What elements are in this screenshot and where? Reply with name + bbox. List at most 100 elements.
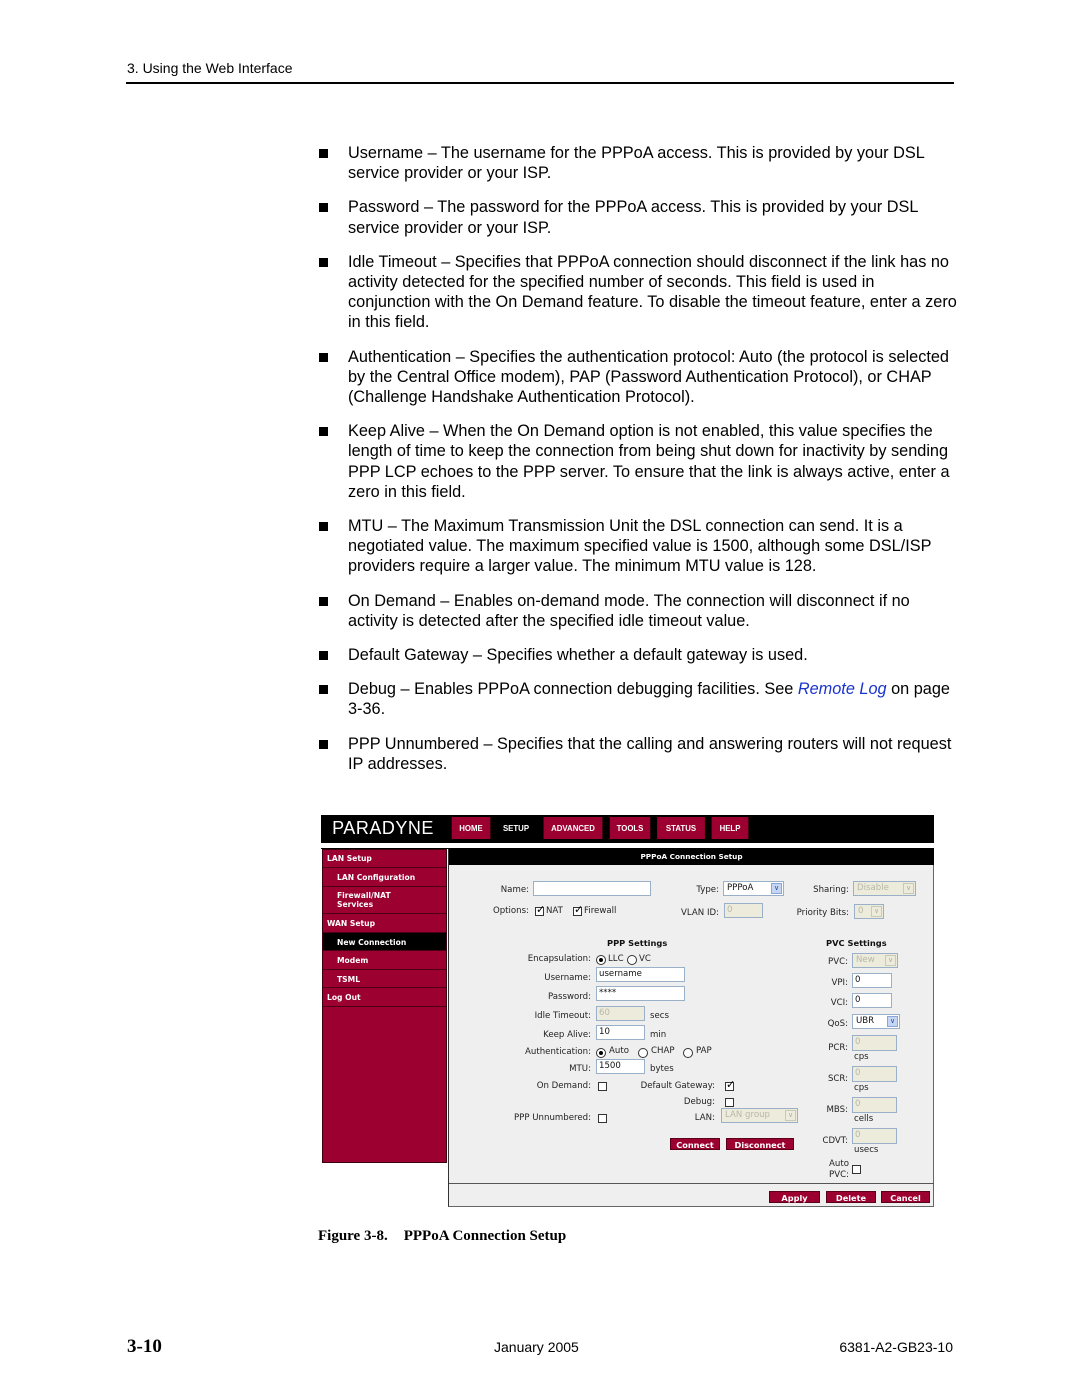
checkmark-icon: ✓ xyxy=(574,903,584,916)
page-number: 3-10 xyxy=(127,1336,162,1357)
bullet-square-icon xyxy=(319,596,328,606)
sidebar-item-tsml[interactable]: TSML xyxy=(323,970,446,988)
cdvt-input[interactable]: 0 xyxy=(852,1128,897,1144)
apply-button[interactable]: Apply xyxy=(769,1191,820,1203)
default-gateway-checkbox[interactable]: ✓ xyxy=(725,1079,735,1091)
debug-label: Debug: xyxy=(683,1097,715,1107)
vpi-input[interactable]: 0 xyxy=(852,973,892,988)
idle-timeout-input[interactable]: 60 xyxy=(596,1006,645,1021)
bullet-idle-timeout: Idle Timeout – Specifies that PPPoA conn… xyxy=(318,252,958,333)
document-number: 6381-A2-GB23-10 xyxy=(839,1339,953,1355)
running-head: 3. Using the Web Interface xyxy=(127,60,293,76)
keep-alive-label: Keep Alive: xyxy=(543,1030,591,1040)
sidebar-item-firewall-nat[interactable]: Firewall/NAT Services xyxy=(323,887,446,914)
bullet-square-icon xyxy=(319,427,328,437)
auth-chap-radio[interactable] xyxy=(638,1048,648,1058)
bullet-list: Username – The username for the PPPoA ac… xyxy=(318,143,958,788)
firewall-checkbox[interactable]: ✓ xyxy=(573,903,584,916)
vci-input[interactable]: 0 xyxy=(852,993,892,1008)
encap-vc-radio[interactable] xyxy=(627,955,637,965)
auto-pvc-checkbox[interactable] xyxy=(852,1165,861,1174)
idle-timeout-unit: secs xyxy=(650,1011,669,1021)
mtu-input[interactable]: 1500 xyxy=(596,1059,645,1074)
type-select[interactable]: PPPoA ∨ xyxy=(723,881,784,896)
password-label: Password: xyxy=(547,992,591,1002)
figure-title: PPPoA Connection Setup xyxy=(403,1228,567,1244)
nav-tab-setup[interactable]: SETUP xyxy=(496,817,536,839)
lan-group-select[interactable]: LAN group ∨ xyxy=(721,1108,798,1123)
bullet-square-icon xyxy=(319,522,328,532)
sidebar-item-modem[interactable]: Modem xyxy=(323,951,446,970)
sidebar-item-log-out[interactable]: Log Out xyxy=(323,988,446,1007)
on-demand-checkbox[interactable] xyxy=(598,1082,607,1091)
vci-label: VCI: xyxy=(830,998,848,1008)
on-demand-label: On Demand: xyxy=(536,1081,591,1091)
nav-tab-status[interactable]: STATUS xyxy=(657,817,705,839)
username-input[interactable]: username xyxy=(596,967,685,982)
auth-auto-radio[interactable] xyxy=(596,1048,606,1058)
bullet-username: Username – The username for the PPPoA ac… xyxy=(318,143,958,183)
header-rule xyxy=(126,82,954,84)
type-label: Type: xyxy=(696,885,719,895)
pcr-unit: cps xyxy=(854,1052,869,1062)
paradyne-logo: PARADYNE xyxy=(332,818,434,838)
sidebar-item-lan-setup[interactable]: LAN Setup xyxy=(323,850,446,868)
header-strip xyxy=(321,842,934,849)
radio-dot-icon xyxy=(599,1051,603,1055)
bullet-keep-alive: Keep Alive – When the On Demand option i… xyxy=(318,421,958,502)
scr-input[interactable]: 0 xyxy=(852,1066,897,1082)
cdvt-label: CDVT: xyxy=(822,1136,848,1146)
options-label: Options: xyxy=(492,906,529,916)
sidebar-item-wan-setup[interactable]: WAN Setup xyxy=(323,914,446,933)
nav-tab-tools[interactable]: TOOLS xyxy=(609,817,651,839)
chevron-down-icon: ∨ xyxy=(771,883,782,894)
disconnect-button[interactable]: Disconnect xyxy=(726,1138,794,1150)
cancel-button[interactable]: Cancel xyxy=(881,1191,930,1203)
figure-number: Figure 3-8. xyxy=(318,1228,388,1244)
priority-bits-select[interactable]: 0 ∨ xyxy=(854,904,884,919)
nav-tab-help[interactable]: HELP xyxy=(711,817,749,839)
remote-log-link[interactable]: Remote Log xyxy=(798,680,887,698)
ppp-unnumbered-checkbox[interactable] xyxy=(598,1114,607,1123)
bullet-square-icon xyxy=(319,352,328,362)
bullet-password: Password – The password for the PPPoA ac… xyxy=(318,197,958,237)
delete-button[interactable]: Delete xyxy=(826,1191,876,1203)
panel-title: PPPoA Connection Setup xyxy=(449,849,934,865)
bullet-debug: Debug – Enables PPPoA connection debuggi… xyxy=(318,679,958,719)
pvc-select[interactable]: New ∨ xyxy=(852,953,898,968)
nat-checkbox[interactable]: ✓ xyxy=(535,904,545,916)
vlan-id-label: VLAN ID: xyxy=(681,908,719,918)
ppp-unnumbered-label: PPP Unnumbered: xyxy=(513,1113,591,1123)
auth-auto-label: Auto xyxy=(609,1046,629,1056)
priority-bits-label: Priority Bits: xyxy=(796,908,849,918)
pcr-input[interactable]: 0 xyxy=(852,1035,897,1051)
auto-pvc-label-2: PVC: xyxy=(829,1170,849,1180)
authentication-label: Authentication: xyxy=(525,1047,591,1057)
name-input[interactable] xyxy=(533,881,651,896)
bullet-on-demand: On Demand – Enables on-demand mode. The … xyxy=(318,591,958,631)
bullet-square-icon xyxy=(319,257,328,267)
sharing-select[interactable]: Disable ∨ xyxy=(853,881,916,896)
debug-checkbox[interactable] xyxy=(725,1098,734,1107)
sidebar: LAN Setup LAN Configuration Firewall/NAT… xyxy=(322,849,447,1163)
nav-tab-advanced[interactable]: ADVANCED xyxy=(543,817,603,839)
vlan-id-input[interactable]: 0 xyxy=(724,903,763,918)
connect-button[interactable]: Connect xyxy=(670,1138,720,1150)
pcr-label: PCR: xyxy=(828,1043,848,1053)
sidebar-item-new-connection[interactable]: New Connection xyxy=(323,933,446,951)
nav-tab-home[interactable]: HOME xyxy=(451,817,491,839)
chevron-down-icon: ∨ xyxy=(885,955,896,966)
mbs-unit: cells xyxy=(854,1114,874,1124)
password-input[interactable]: **** xyxy=(596,986,685,1001)
auth-pap-radio[interactable] xyxy=(683,1048,693,1058)
encap-vc-label: VC xyxy=(639,954,651,964)
mtu-unit: bytes xyxy=(650,1064,674,1074)
scr-unit: cps xyxy=(854,1083,869,1093)
qos-select[interactable]: UBR ∨ xyxy=(852,1014,900,1029)
pvc-settings-heading: PVC Settings xyxy=(826,938,887,948)
keep-alive-input[interactable]: 10 xyxy=(596,1025,645,1040)
encap-llc-radio[interactable] xyxy=(596,955,606,965)
sidebar-item-lan-configuration[interactable]: LAN Configuration xyxy=(323,868,446,887)
auth-chap-label: CHAP xyxy=(651,1046,675,1056)
mbs-input[interactable]: 0 xyxy=(852,1097,897,1113)
